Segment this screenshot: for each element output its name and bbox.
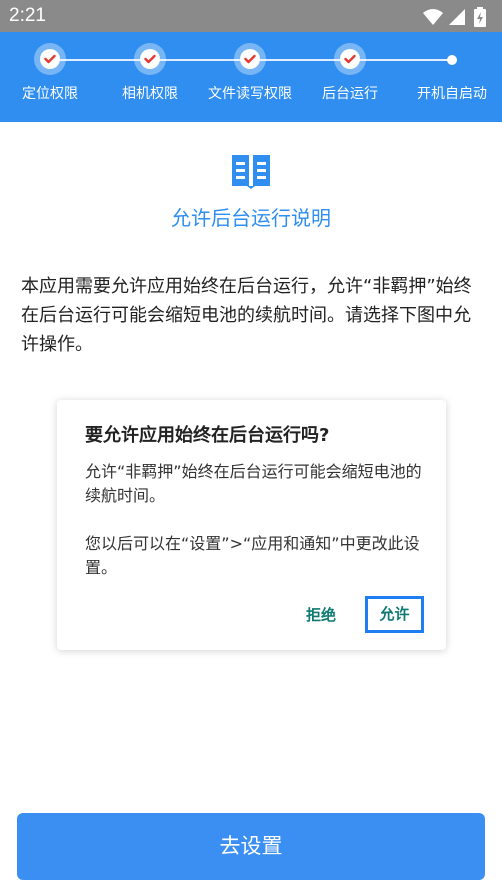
step-location-permission: 定位权限: [0, 32, 100, 122]
step-auto-start: 开机自启动: [402, 32, 502, 122]
status-bar: 2:21: [0, 0, 502, 32]
step-done-indicator: [334, 43, 366, 75]
check-icon: [44, 54, 56, 64]
page-title: 允许后台运行说明: [171, 206, 331, 230]
step-label: 定位权限: [22, 86, 78, 102]
step-done-indicator: [134, 43, 166, 75]
step-label: 文件读写权限: [208, 86, 292, 102]
example-allow-highlight: 允许: [365, 596, 424, 633]
step-label: 开机自启动: [417, 86, 487, 102]
signal-icon: [449, 9, 465, 25]
permission-steps: 定位权限 相机权限 文件读写权限 后台运行 开机自启动: [0, 32, 502, 122]
step-done-indicator: [34, 43, 66, 75]
example-dialog-text: 允许“非羁押”始终在后台运行可能会缩短电池的续航时间。: [85, 462, 422, 505]
example-deny-label: 拒绝: [306, 606, 337, 624]
wifi-icon: [423, 9, 443, 25]
step-camera-permission: 相机权限: [100, 32, 200, 122]
step-pending-indicator: [447, 55, 457, 65]
example-dialog-body: 允许“非羁押”始终在后台运行可能会缩短电池的续航时间。 您以后可以在“设置”>“…: [85, 460, 425, 580]
status-icons: [422, 7, 494, 27]
check-icon: [144, 54, 156, 64]
check-icon: [244, 54, 256, 64]
battery-charging-icon: [474, 7, 486, 27]
check-icon: [344, 54, 356, 64]
example-dialog-text: 您以后可以在“设置”>“应用和通知”中更改此设置。: [85, 534, 420, 577]
status-time: 2:21: [9, 5, 46, 26]
book-icon: [231, 152, 271, 190]
step-done-indicator: [234, 43, 266, 75]
example-dialog-title: 要允许应用始终在后台运行吗?: [85, 425, 330, 446]
example-dialog-image: 要允许应用始终在后台运行吗? 允许“非羁押”始终在后台运行可能会缩短电池的续航时…: [57, 400, 446, 650]
step-label: 后台运行: [322, 86, 378, 102]
step-background-run: 后台运行: [300, 32, 400, 122]
step-label: 相机权限: [122, 86, 178, 102]
go-to-settings-button[interactable]: 去设置: [17, 813, 485, 880]
permission-description: 本应用需要允许应用始终在后台运行，允许“非羁押”始终在后台运行可能会缩短电池的续…: [21, 276, 472, 355]
step-file-permission: 文件读写权限: [200, 32, 300, 122]
